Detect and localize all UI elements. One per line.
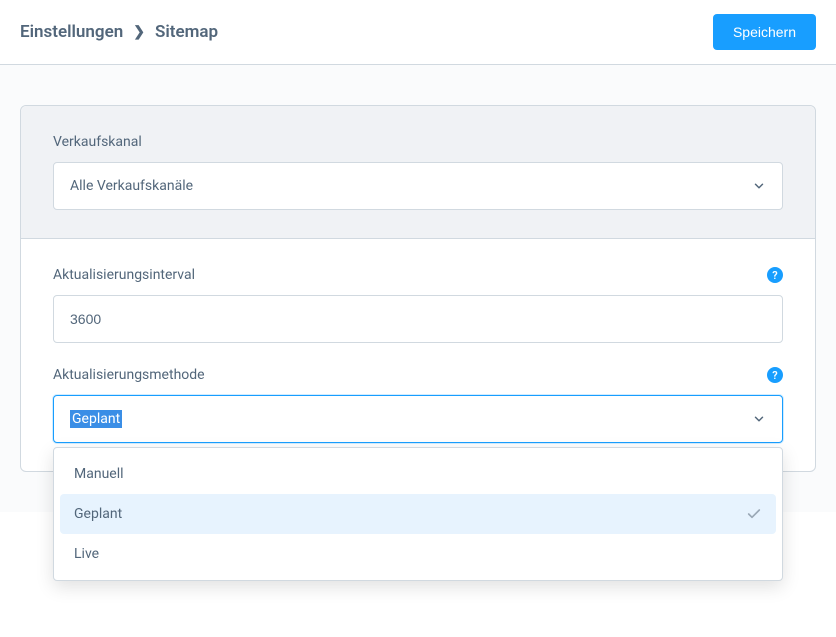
- dropdown-option-geplant[interactable]: Geplant: [60, 494, 776, 534]
- sales-channel-section: Verkaufskanal Alle Verkaufskanäle: [21, 106, 815, 238]
- refresh-method-select[interactable]: Geplant: [53, 395, 783, 443]
- settings-card: Verkaufskanal Alle Verkaufskanäle Aktual…: [20, 105, 816, 472]
- breadcrumb-current: Sitemap: [155, 22, 218, 42]
- dropdown-option-label: Geplant: [74, 506, 122, 522]
- page-body: Verkaufskanal Alle Verkaufskanäle Aktual…: [0, 65, 836, 512]
- refresh-method-field: Aktualisierungsmethode ? Geplant Manuell: [53, 367, 783, 443]
- sales-channel-label: Verkaufskanal: [53, 134, 142, 150]
- refresh-section: Aktualisierungsinterval ? Aktualisierung…: [21, 238, 815, 471]
- chevron-down-icon: [752, 179, 766, 193]
- dropdown-option-label: Live: [74, 546, 99, 562]
- sales-channel-select[interactable]: Alle Verkaufskanäle: [53, 162, 783, 210]
- refresh-method-value: Geplant: [70, 410, 122, 428]
- breadcrumb-root[interactable]: Einstellungen: [20, 22, 123, 42]
- help-icon[interactable]: ?: [767, 367, 783, 383]
- help-icon[interactable]: ?: [767, 267, 783, 283]
- chevron-right-icon: ❯: [133, 24, 145, 40]
- dropdown-option-manuell[interactable]: Manuell: [60, 454, 776, 494]
- save-button[interactable]: Speichern: [713, 14, 816, 50]
- refresh-interval-input[interactable]: [53, 295, 783, 343]
- dropdown-option-live[interactable]: Live: [60, 534, 776, 574]
- sales-channel-field: Verkaufskanal Alle Verkaufskanäle: [53, 134, 783, 210]
- refresh-interval-field: Aktualisierungsinterval ?: [53, 267, 783, 343]
- chevron-down-icon: [752, 412, 766, 426]
- breadcrumb: Einstellungen ❯ Sitemap: [20, 22, 218, 42]
- page-header: Einstellungen ❯ Sitemap Speichern: [0, 0, 836, 65]
- refresh-method-dropdown: Manuell Geplant Live: [53, 447, 783, 581]
- sales-channel-value: Alle Verkaufskanäle: [70, 178, 193, 194]
- refresh-method-label: Aktualisierungsmethode: [53, 367, 205, 383]
- dropdown-option-label: Manuell: [74, 466, 124, 482]
- refresh-interval-label: Aktualisierungsinterval: [53, 267, 195, 283]
- check-icon: [746, 506, 762, 522]
